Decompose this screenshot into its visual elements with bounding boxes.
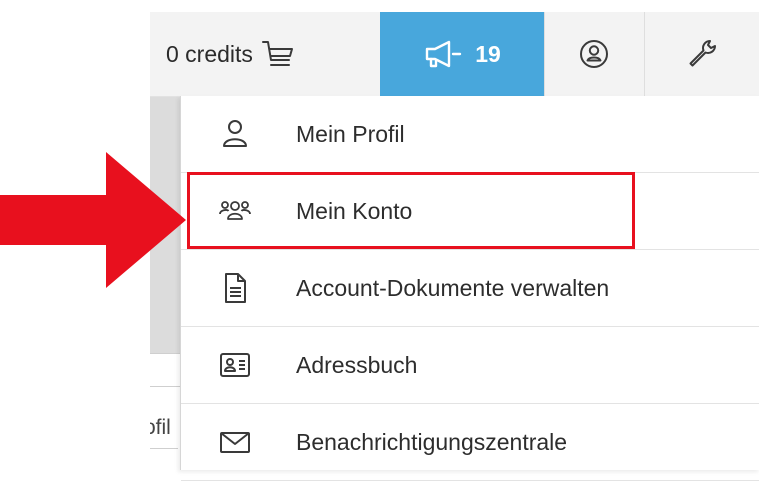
settings-button[interactable] <box>645 12 759 96</box>
menu-item-label: Adressbuch <box>296 351 418 378</box>
credits-button[interactable]: 0 credits <box>150 12 380 96</box>
address-card-icon <box>215 345 255 385</box>
menu-item-adressbuch[interactable]: Adressbuch <box>181 327 759 404</box>
highlight-box <box>187 172 635 249</box>
background-divider <box>150 353 180 354</box>
menu-item-label: Account-Dokumente verwalten <box>296 274 610 301</box>
news-count-badge: 19 <box>475 40 501 67</box>
account-dropdown-menu: Mein Profil Mein Konto Account-Dokumente… <box>180 96 759 481</box>
credits-label: 0 credits <box>166 40 253 67</box>
background-partial-text: ofil <box>150 416 171 439</box>
top-bar: 0 credits 19 <box>150 12 759 97</box>
megaphone-icon <box>426 40 462 68</box>
menu-item-mein-profil[interactable]: Mein Profil <box>181 96 759 173</box>
background-row <box>150 448 178 471</box>
document-icon <box>215 268 255 308</box>
arrow-right-icon <box>0 152 186 288</box>
profile-button[interactable] <box>544 12 644 96</box>
background-divider <box>150 386 180 387</box>
cart-icon <box>261 41 293 66</box>
menu-item-label: Benachrichtigungszentrale <box>296 428 568 455</box>
menu-item-account-dokumente[interactable]: Account-Dokumente verwalten <box>181 250 759 327</box>
envelope-icon <box>215 422 255 462</box>
news-button[interactable]: 19 <box>380 12 544 96</box>
user-icon <box>215 114 255 154</box>
menu-item-label: Mein Profil <box>296 120 405 147</box>
user-circle-icon <box>580 40 608 68</box>
wrench-icon <box>689 40 716 67</box>
menu-item-benachrichtigungszentrale[interactable]: Benachrichtigungszentrale <box>181 404 759 481</box>
